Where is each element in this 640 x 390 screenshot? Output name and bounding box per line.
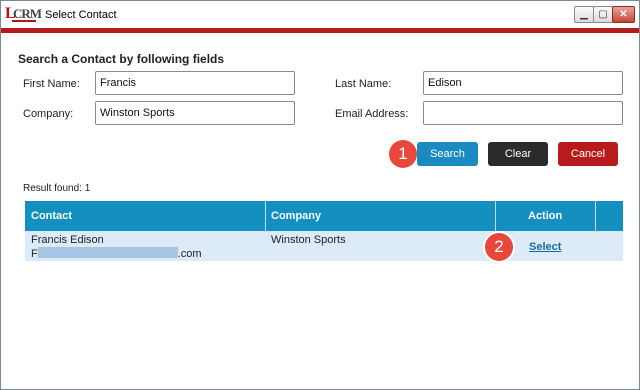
email-label: Email Address: [335,108,409,120]
company-input[interactable] [95,101,295,125]
column-header-company: Company [271,210,322,222]
column-divider [265,201,266,231]
email-input[interactable] [423,101,623,125]
last-name-label: Last Name: [335,78,392,90]
column-divider [495,201,496,231]
callout-badge-2: 2 [485,233,513,261]
column-header-action: Action [528,210,563,222]
select-link[interactable]: Select [529,241,561,253]
title-bar: L CRM Select Contact ▁ ▢ ✕ [1,1,639,28]
crm-logo: L CRM [5,5,42,22]
company-label: Company: [23,108,74,120]
column-divider [595,201,596,231]
search-heading: Search a Contact by following fields [18,52,225,66]
first-name-label: First Name: [23,78,80,90]
email-suffix: .com [177,248,202,260]
first-name-input[interactable] [95,71,295,95]
email-prefix: F [31,248,38,260]
close-button[interactable]: ✕ [612,6,635,23]
column-header-contact: Contact [31,210,72,222]
contact-name: Francis Edison [31,234,104,246]
window-title: Select Contact [45,9,117,21]
table-row[interactable]: Francis Edison F .com Winston Sports Sele… [25,231,623,261]
contact-email: F .com [31,247,202,260]
contact-company: Winston Sports [271,234,346,246]
results-table-header: Contact Company Action [25,201,623,231]
maximize-button[interactable]: ▢ [593,6,613,23]
accent-bar [1,28,639,33]
result-count: Result found: 1 [23,183,91,194]
cancel-button[interactable]: Cancel [558,142,618,166]
callout-badge-1: 1 [389,140,417,168]
minimize-button[interactable]: ▁ [574,6,594,23]
search-button[interactable]: Search [417,142,478,166]
last-name-input[interactable] [423,71,623,95]
select-contact-window: L CRM Select Contact ▁ ▢ ✕ Search a Conta… [0,0,640,390]
clear-button[interactable]: Clear [488,142,548,166]
redacted-email-mask [37,247,178,258]
